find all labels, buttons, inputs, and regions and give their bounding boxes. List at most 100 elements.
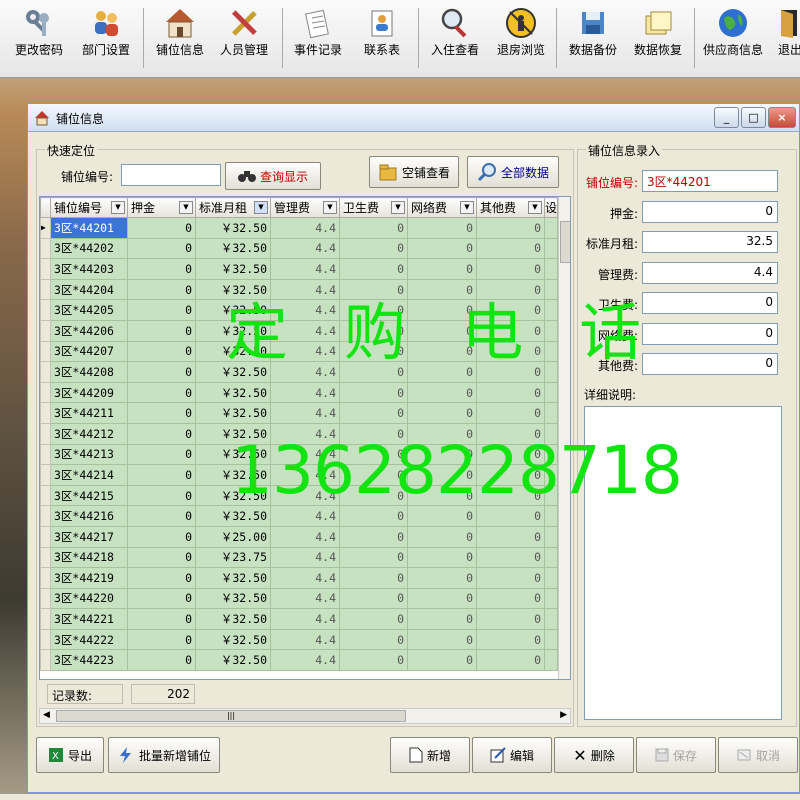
table-cell[interactable]: 3区*44220 (50, 587, 128, 610)
table-row[interactable]: 3区*44219 0 ￥32.50 4.4 0 0 0 (40, 567, 559, 589)
table-row[interactable]: 3区*44220 0 ￥32.50 4.4 0 0 0 (40, 587, 559, 610)
table-cell[interactable]: 0 (127, 628, 196, 651)
table-cell[interactable]: 0 (127, 402, 196, 424)
table-row[interactable]: 3区*44216 0 ￥32.50 4.4 0 0 0 (40, 505, 559, 527)
detail-textarea[interactable] (584, 406, 782, 720)
save-button[interactable]: 保存 (636, 737, 716, 773)
table-cell[interactable]: ￥25.00 (195, 525, 271, 548)
table-row[interactable]: 3区*44215 0 ￥32.50 4.4 0 0 0 (40, 484, 559, 507)
row-indicator[interactable] (40, 422, 51, 445)
table-cell[interactable]: 0 (476, 587, 545, 610)
cancel-button[interactable]: 取消 (718, 737, 798, 773)
table-cell[interactable]: ￥32.50 (195, 319, 271, 342)
table-cell[interactable]: 3区*44216 (50, 505, 128, 527)
department-settings-button[interactable]: 部门设置 (72, 2, 140, 74)
row-indicator[interactable] (40, 525, 51, 548)
table-cell[interactable]: 0 (476, 505, 545, 527)
table-cell[interactable]: 0 (339, 464, 408, 486)
table-cell[interactable]: ￥32.50 (195, 237, 271, 260)
data-backup-button[interactable]: 数据备份 (559, 2, 627, 74)
form-field-input[interactable]: 0 (642, 322, 778, 345)
table-cell[interactable]: 3区*44213 (50, 443, 128, 466)
table-cell[interactable]: 0 (476, 567, 545, 589)
table-cell[interactable]: 0 (339, 422, 408, 445)
table-cell[interactable]: 0 (476, 381, 545, 404)
table-cell[interactable]: 4.4 (270, 319, 340, 342)
table-cell[interactable]: 0 (407, 278, 477, 301)
table-cell[interactable]: 0 (339, 299, 408, 321)
table-cell[interactable]: 0 (127, 319, 196, 342)
table-row[interactable]: 3区*44218 0 ￥23.75 4.4 0 0 0 (40, 546, 559, 569)
table-cell[interactable]: 0 (127, 567, 196, 589)
table-cell[interactable]: 0 (339, 237, 408, 260)
table-cell[interactable]: 0 (407, 402, 477, 424)
table-cell[interactable]: 4.4 (270, 361, 340, 383)
shop-grid[interactable]: 铺位编号 ▼ 押金 ▼ 标准月租 ▼ 管理费 ▼ 卫生费 ▼ 网络费 ▼ 其他费 ▼ 设 ▶ 3… (39, 196, 571, 680)
table-cell[interactable]: 4.4 (270, 381, 340, 404)
table-row[interactable]: 3区*44205 0 ￥32.50 4.4 0 0 0 (40, 299, 559, 321)
table-cell[interactable]: 0 (127, 546, 196, 569)
table-cell[interactable]: 0 (407, 649, 477, 672)
form-field-input[interactable]: 4.4 (642, 261, 778, 284)
table-cell[interactable]: 0 (127, 361, 196, 383)
table-cell[interactable]: 3区*44209 (50, 381, 128, 404)
table-cell[interactable]: 0 (407, 505, 477, 527)
table-cell[interactable]: 4.4 (270, 443, 340, 466)
table-row[interactable]: 3区*44222 0 ￥32.50 4.4 0 0 0 (40, 628, 559, 651)
table-cell[interactable]: 4.4 (270, 402, 340, 424)
form-field-input[interactable]: 0 (642, 200, 778, 223)
row-indicator[interactable] (40, 608, 51, 630)
table-cell[interactable]: 3区*44219 (50, 567, 128, 589)
table-cell[interactable]: 0 (127, 505, 196, 527)
table-row[interactable]: 3区*44203 0 ￥32.50 4.4 0 0 0 (40, 258, 559, 280)
table-cell[interactable]: 0 (339, 484, 408, 507)
table-row[interactable]: 3区*44211 0 ￥32.50 4.4 0 0 0 (40, 402, 559, 424)
supplier-info-button[interactable]: 供应商信息 (697, 2, 769, 74)
table-cell[interactable]: 4.4 (270, 567, 340, 589)
table-cell[interactable]: ￥32.50 (195, 278, 271, 301)
table-cell[interactable]: 3区*44222 (50, 628, 128, 651)
table-cell[interactable]: 0 (127, 422, 196, 445)
table-cell[interactable]: 3区*44201 (50, 217, 128, 239)
exit-button[interactable]: 退出 (770, 2, 800, 74)
table-cell[interactable]: 3区*44205 (50, 299, 128, 321)
table-cell[interactable]: 0 (339, 649, 408, 672)
form-field-input[interactable]: 0 (642, 353, 778, 375)
vertical-scrollbar[interactable] (558, 197, 570, 679)
table-cell[interactable]: 4.4 (270, 422, 340, 445)
table-cell[interactable]: ￥32.50 (195, 587, 271, 610)
row-indicator[interactable] (40, 505, 51, 527)
contacts-button[interactable]: 联系表 (348, 2, 416, 74)
table-cell[interactable]: ￥32.50 (195, 649, 271, 672)
table-cell[interactable]: 0 (476, 217, 545, 239)
table-cell[interactable]: 0 (127, 217, 196, 239)
form-field-input[interactable]: 3区*44201 (642, 170, 778, 192)
table-cell[interactable]: 4.4 (270, 628, 340, 651)
row-indicator[interactable] (40, 319, 51, 342)
table-row[interactable]: 3区*44217 0 ￥25.00 4.4 0 0 0 (40, 525, 559, 548)
table-cell[interactable]: ￥23.75 (195, 546, 271, 569)
table-cell[interactable]: 0 (407, 237, 477, 260)
table-cell[interactable]: ￥32.50 (195, 361, 271, 383)
table-cell[interactable]: 0 (476, 319, 545, 342)
table-row[interactable]: 3区*44206 0 ￥32.50 4.4 0 0 0 (40, 319, 559, 342)
table-cell[interactable]: 0 (476, 608, 545, 630)
table-cell[interactable]: 0 (339, 587, 408, 610)
table-cell[interactable]: 0 (476, 525, 545, 548)
row-indicator[interactable] (40, 484, 51, 507)
row-indicator[interactable] (40, 237, 51, 260)
table-cell[interactable]: 3区*44207 (50, 340, 128, 363)
row-indicator[interactable] (40, 340, 51, 363)
table-cell[interactable]: ￥32.50 (195, 402, 271, 424)
table-cell[interactable]: 3区*44215 (50, 484, 128, 507)
table-cell[interactable]: 0 (407, 525, 477, 548)
data-restore-button[interactable]: 数据恢复 (624, 2, 692, 74)
table-cell[interactable]: 0 (407, 567, 477, 589)
column-header[interactable]: 标准月租 ▼ (195, 197, 271, 218)
table-row[interactable]: 3区*44207 0 ￥32.50 4.4 0 0 0 (40, 340, 559, 363)
table-cell[interactable]: 4.4 (270, 464, 340, 486)
table-row[interactable]: 3区*44202 0 ￥32.50 4.4 0 0 0 (40, 237, 559, 260)
table-cell[interactable]: 0 (339, 217, 408, 239)
table-cell[interactable]: 3区*44223 (50, 649, 128, 672)
table-cell[interactable]: 4.4 (270, 340, 340, 363)
